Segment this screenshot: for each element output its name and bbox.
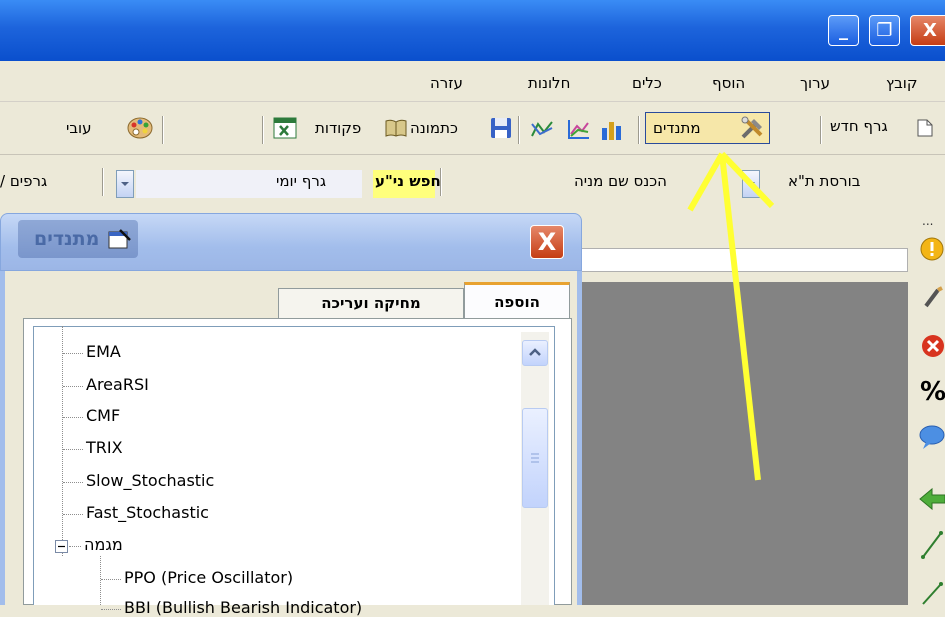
tree-item-slow-stochastic[interactable]: Slow_Stochastic bbox=[86, 471, 214, 490]
chart-type-dropdown-button[interactable] bbox=[116, 170, 134, 198]
tree-line bbox=[63, 482, 83, 483]
tree-line bbox=[69, 546, 81, 547]
toolbar-separator bbox=[102, 168, 103, 196]
oscillators-button-label: מתנדים bbox=[653, 119, 701, 137]
toolbar-separator bbox=[262, 116, 263, 144]
minimize-button[interactable]: _ bbox=[828, 15, 859, 46]
toolbar-separator bbox=[518, 116, 519, 144]
back-arrow-icon[interactable] bbox=[918, 486, 945, 512]
close-window-button[interactable]: X bbox=[910, 15, 945, 46]
tree-item-cmf[interactable]: CMF bbox=[86, 406, 120, 425]
new-chart-button[interactable]: גרף חדש bbox=[830, 117, 888, 135]
menu-add[interactable]: הוסף bbox=[712, 74, 745, 92]
toolbar-separator bbox=[638, 116, 639, 144]
tree-item-arearsi[interactable]: AreaRSI bbox=[86, 375, 149, 394]
scatter-chart-icon[interactable] bbox=[530, 118, 554, 140]
tree-line bbox=[63, 449, 83, 450]
as-picture-button[interactable]: כתמונה bbox=[410, 119, 458, 137]
warning-icon[interactable] bbox=[919, 236, 945, 262]
oscillator-tree bbox=[33, 326, 555, 605]
tree-group-trend[interactable]: מגמה bbox=[84, 535, 123, 554]
menu-tools[interactable]: כלים bbox=[632, 74, 662, 92]
right-panel-grip: ... bbox=[922, 214, 934, 228]
menu-edit[interactable]: ערוך bbox=[800, 74, 830, 92]
work-button[interactable]: עובי bbox=[66, 119, 92, 137]
tab-add[interactable]: הוספה bbox=[464, 282, 570, 318]
tree-line bbox=[101, 609, 121, 610]
scroll-up-button[interactable] bbox=[522, 340, 548, 366]
dialog-close-button[interactable]: X bbox=[530, 225, 564, 259]
toolbar-separator bbox=[820, 116, 821, 144]
toolbar-separator bbox=[440, 168, 441, 196]
palette-icon[interactable] bbox=[126, 116, 154, 140]
delete-icon[interactable] bbox=[921, 334, 945, 358]
tree-item-fast-stochastic[interactable]: Fast_Stochastic bbox=[86, 503, 209, 522]
tree-item-ema[interactable]: EMA bbox=[86, 342, 121, 361]
scroll-thumb[interactable] bbox=[522, 408, 548, 508]
tree-line bbox=[63, 417, 83, 418]
trend-line-icon[interactable] bbox=[920, 530, 944, 560]
annotation-arrow-icon bbox=[687, 151, 775, 481]
menu-help[interactable]: עזרה bbox=[430, 74, 463, 92]
search-security-label: חפש ני"ע bbox=[375, 172, 441, 190]
chart-type-value: גרף יומי bbox=[276, 172, 326, 190]
save-floppy-icon bbox=[490, 117, 512, 139]
commands-button[interactable]: פקודות bbox=[315, 119, 361, 137]
menu-windows[interactable]: חלונות bbox=[528, 74, 570, 92]
window-titlebar bbox=[0, 0, 945, 61]
book-icon bbox=[384, 118, 408, 138]
tree-item-ppo[interactable]: PPO (Price Oscillator) bbox=[124, 568, 293, 587]
comment-icon[interactable] bbox=[918, 424, 945, 450]
tree-collapse-toggle[interactable] bbox=[55, 540, 68, 553]
tab-delete-edit[interactable]: מחיקה ועריכה bbox=[278, 288, 464, 318]
percent-tool[interactable]: % bbox=[920, 377, 945, 407]
toolbar-separator bbox=[162, 116, 163, 144]
tree-line bbox=[63, 514, 83, 515]
trend-line-2-icon[interactable] bbox=[920, 580, 944, 605]
properties-icon bbox=[108, 228, 132, 250]
menu-file[interactable]: קובץ bbox=[886, 74, 918, 92]
tree-item-trix[interactable]: TRIX bbox=[86, 438, 123, 457]
tree-connector bbox=[62, 326, 63, 556]
tree-line bbox=[101, 579, 121, 580]
line-chart-icon[interactable] bbox=[567, 118, 591, 140]
pencil-icon[interactable] bbox=[922, 286, 944, 308]
tree-connector bbox=[100, 556, 101, 605]
chart-type-select[interactable] bbox=[136, 170, 362, 198]
tree-item-bbi[interactable]: BBI (Bullish Bearish Indicator) bbox=[124, 598, 362, 617]
bar-chart-icon[interactable] bbox=[600, 118, 624, 140]
maximize-button[interactable]: ❐ bbox=[869, 15, 900, 46]
tree-line bbox=[63, 386, 83, 387]
new-document-icon bbox=[917, 119, 935, 137]
tree-line bbox=[63, 353, 83, 354]
dialog-title: מתנדים bbox=[34, 228, 100, 250]
excel-icon[interactable] bbox=[272, 116, 298, 140]
charts-menu-button[interactable]: גרפים / bbox=[0, 172, 47, 190]
tools-icon bbox=[740, 116, 766, 140]
